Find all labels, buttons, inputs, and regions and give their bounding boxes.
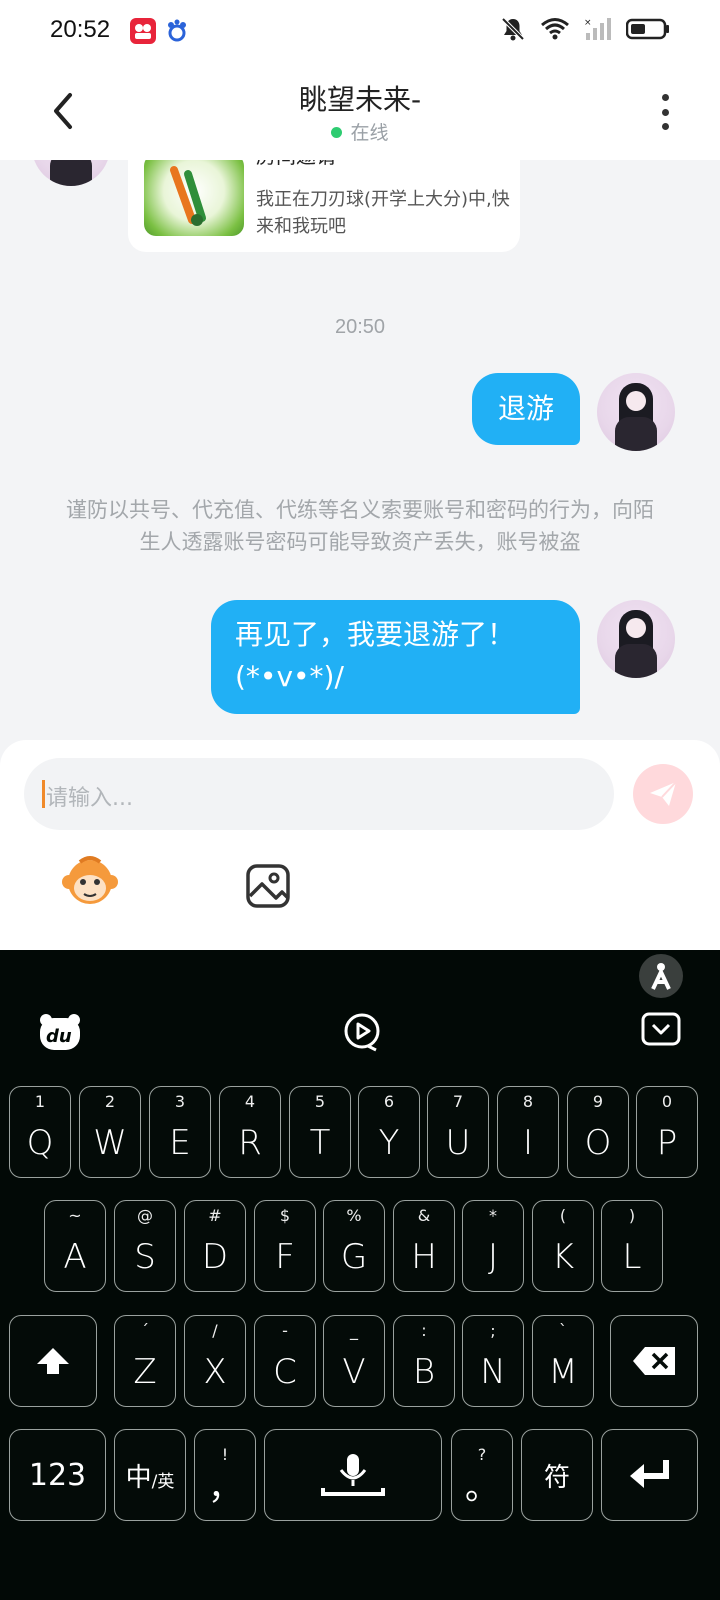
comma-key[interactable]: !， — [194, 1429, 256, 1521]
message-timestamp: 20:50 — [334, 316, 386, 338]
message-bubble[interactable]: 退游 — [472, 373, 580, 445]
battery-icon — [625, 18, 670, 44]
numbers-key[interactable]: 123 — [9, 1429, 106, 1521]
key-b[interactable]: :B — [393, 1315, 455, 1407]
signal-icon: × — [584, 16, 612, 46]
composer: 请输入... — [0, 740, 720, 950]
wifi-icon — [540, 17, 570, 45]
key-w[interactable]: 2W — [79, 1086, 141, 1178]
message-text: 再见了，我要退游了！(*•v•*)/ — [235, 618, 516, 693]
key-a[interactable]: ~ A — [44, 1200, 106, 1292]
language-switch-key[interactable]: 中/英 — [114, 1429, 186, 1521]
shift-key[interactable] — [9, 1315, 97, 1407]
key-i[interactable]: 8I — [497, 1086, 559, 1178]
key-e[interactable]: 3E — [149, 1086, 211, 1178]
key-r[interactable]: 4R — [219, 1086, 281, 1178]
image-icon[interactable] — [246, 864, 290, 908]
chat-area[interactable]: 房间邀请 我正在刀刃球(开学上大分)中,快来和我玩吧 20:50 退游 谨防以共… — [0, 160, 720, 740]
key-h[interactable]: & H — [393, 1200, 455, 1292]
emoji-monkey-icon[interactable] — [60, 852, 120, 908]
text-caret — [42, 780, 45, 808]
status-bar: 20:52 × — [0, 0, 720, 64]
soft-keyboard: du 1Q 2W 3E 4R 5T 6Y 7U 8I 9O 0P ~ A @ S #… — [0, 950, 720, 1600]
chat-header: 眺望未来- 在线 — [0, 64, 720, 160]
key-f[interactable]: $ F — [254, 1200, 316, 1292]
key-z[interactable]: ´ Z — [114, 1315, 176, 1407]
key-p[interactable]: 0P — [636, 1086, 698, 1178]
key-m[interactable]: ` M — [532, 1315, 594, 1407]
key-n[interactable]: ; N — [462, 1315, 524, 1407]
game-invite-card[interactable]: 房间邀请 我正在刀刃球(开学上大分)中,快来和我玩吧 — [128, 160, 520, 252]
key-v[interactable]: _ V — [323, 1315, 385, 1407]
online-status-label: 在线 — [350, 122, 389, 144]
period-key[interactable]: ?。 — [451, 1429, 513, 1521]
backspace-icon — [633, 1347, 675, 1375]
message-input-placeholder: 请输入... — [46, 786, 133, 811]
mute-bell-icon — [500, 16, 526, 46]
message-bubble[interactable]: 再见了，我要退游了！(*•v•*)/ — [211, 600, 580, 714]
baidu-app-badge — [164, 18, 190, 44]
backspace-key[interactable] — [610, 1315, 698, 1407]
svg-text:×: × — [584, 18, 592, 28]
symbols-key[interactable]: 符 — [521, 1429, 593, 1521]
contact-avatar[interactable] — [32, 160, 110, 186]
video-input-icon[interactable] — [342, 1012, 382, 1052]
paper-plane-icon — [650, 781, 677, 806]
keyboard-hide-icon[interactable] — [641, 1012, 681, 1046]
key-g[interactable]: % G — [323, 1200, 385, 1292]
my-avatar[interactable] — [597, 373, 675, 451]
du-logo-icon[interactable]: du — [38, 1012, 82, 1052]
key-c[interactable]: -C — [254, 1315, 316, 1407]
key-o[interactable]: 9O — [567, 1086, 629, 1178]
key-d[interactable]: # D — [184, 1200, 246, 1292]
enter-key[interactable] — [601, 1429, 698, 1521]
message-text: 退游 — [497, 392, 554, 425]
key-j[interactable]: * J — [462, 1200, 524, 1292]
key-y[interactable]: 6Y — [358, 1086, 420, 1178]
game-invite-description: 我正在刀刃球(开学上大分)中,快来和我玩吧 — [256, 189, 510, 237]
key-u[interactable]: 7U — [427, 1086, 489, 1178]
my-avatar[interactable] — [597, 600, 675, 678]
key-t[interactable]: 5T — [289, 1086, 351, 1178]
message-input[interactable]: 请输入... — [24, 758, 614, 830]
status-time: 20:52 — [50, 16, 111, 43]
online-status: 在线 — [0, 118, 720, 145]
microphone-icon — [321, 1454, 385, 1496]
key-l[interactable]: ) L — [601, 1200, 663, 1292]
online-dot-icon — [331, 127, 343, 138]
key-q[interactable]: 1Q — [9, 1086, 71, 1178]
key-x[interactable]: / X — [184, 1315, 246, 1407]
video-app-badge — [130, 18, 156, 44]
send-button[interactable] — [633, 764, 693, 824]
key-s[interactable]: @ S — [114, 1200, 176, 1292]
key-k[interactable]: (K — [532, 1200, 594, 1292]
enter-icon — [629, 1460, 669, 1488]
game-thumbnail — [144, 160, 244, 236]
game-invite-title: 房间邀请 — [256, 160, 336, 169]
space-voice-key[interactable] — [264, 1429, 442, 1521]
svg-text:du: du — [46, 1026, 72, 1047]
accessibility-icon[interactable] — [639, 954, 683, 998]
more-options-button[interactable] — [650, 90, 680, 134]
contact-name: 眺望未来- — [298, 83, 422, 116]
security-notice: 谨防以共号、代充值、代练等名义索要账号和密码的行为，向陌生人透露账号密码可能导致… — [66, 498, 654, 554]
shift-icon — [37, 1348, 69, 1374]
